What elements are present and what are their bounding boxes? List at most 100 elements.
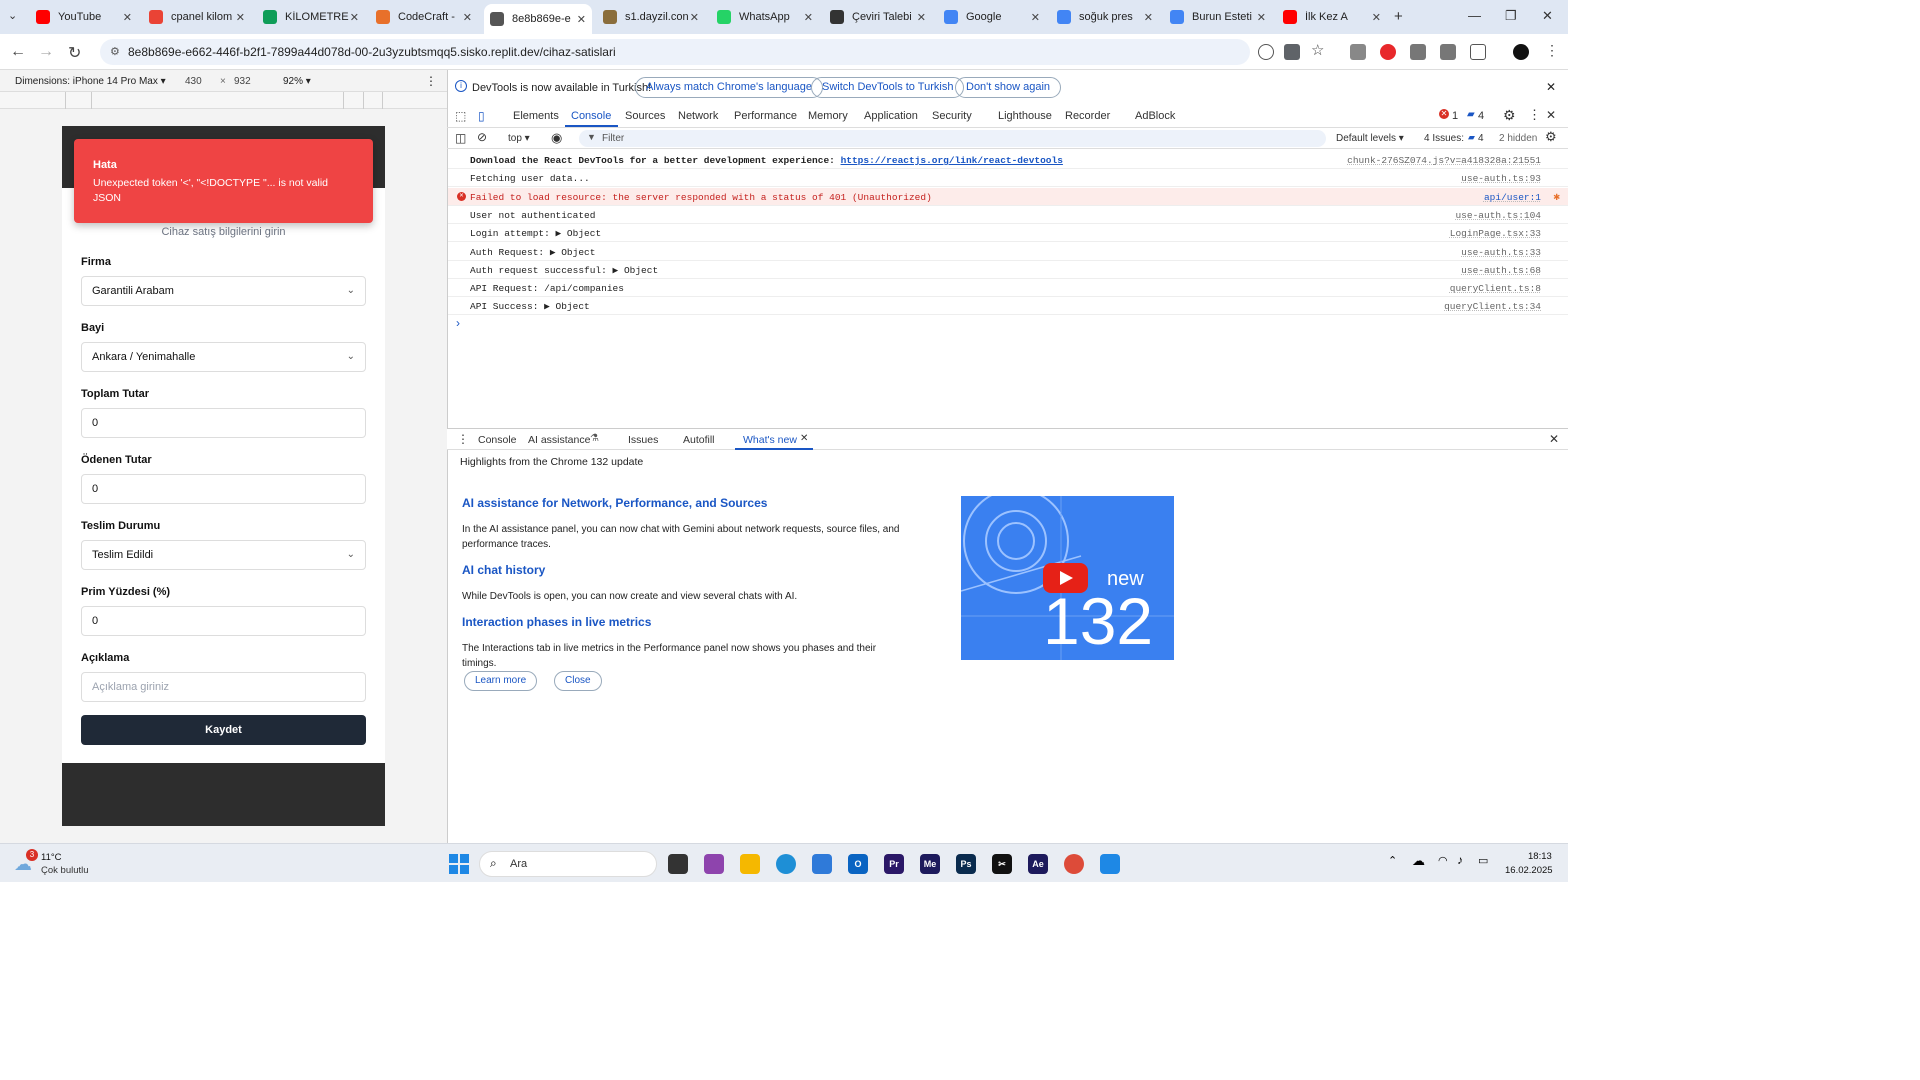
issues-label[interactable]: 4 Issues: bbox=[1424, 133, 1464, 144]
browser-tab[interactable]: Çeviri Talebi ✕ bbox=[824, 4, 932, 30]
console-source-link[interactable]: queryClient.ts:8 bbox=[1450, 283, 1541, 294]
form-select[interactable]: Ankara / Yenimahalle ⌄ bbox=[81, 342, 366, 372]
translate-icon[interactable] bbox=[1284, 44, 1300, 60]
close-tab-icon[interactable]: ✕ bbox=[123, 11, 132, 24]
zoom-select[interactable]: 92% ▾ bbox=[283, 76, 311, 87]
browser-tab[interactable]: soğuk pres ✕ bbox=[1051, 4, 1159, 30]
weather-condition[interactable]: Çok bulutlu bbox=[41, 865, 89, 876]
drawer-menu-icon[interactable]: ⋮ bbox=[457, 432, 469, 446]
device-dimensions-select[interactable]: Dimensions: iPhone 14 Pro Max ▾ bbox=[15, 76, 166, 87]
console-source-link[interactable]: api/user:1 bbox=[1484, 192, 1541, 203]
form-input[interactable]: 0 bbox=[81, 474, 366, 504]
devtools-tab[interactable]: AdBlock bbox=[1135, 110, 1175, 122]
devtools-tab[interactable]: Network bbox=[678, 110, 718, 122]
form-input[interactable]: 0 bbox=[81, 606, 366, 636]
notepad-icon[interactable] bbox=[1100, 854, 1120, 874]
back-icon[interactable]: ← bbox=[10, 43, 26, 61]
form-input[interactable]: 0 bbox=[81, 408, 366, 438]
console-prompt[interactable]: › bbox=[456, 316, 460, 330]
dont-show-again-button[interactable]: Don't show again bbox=[955, 77, 1062, 98]
opera-extension-icon[interactable] bbox=[1380, 44, 1396, 60]
form-select[interactable]: Teslim Edildi ⌄ bbox=[81, 540, 366, 570]
console-settings-icon[interactable]: ⚙ bbox=[1545, 129, 1557, 145]
ai-explain-icon[interactable]: ✱ bbox=[1553, 190, 1560, 204]
close-button[interactable]: Close bbox=[554, 671, 602, 691]
devtools-tab[interactable]: Elements bbox=[513, 110, 559, 122]
browser-tab[interactable]: 8e8b869e-e ✕ bbox=[484, 4, 592, 34]
weather-temperature[interactable]: 11°C bbox=[41, 852, 62, 863]
close-drawer-icon[interactable]: ✕ bbox=[1549, 432, 1559, 446]
tray-chevron-icon[interactable]: ⌃ bbox=[1388, 854, 1397, 867]
devtools-tab[interactable]: Security bbox=[932, 110, 972, 122]
close-tab-icon[interactable]: ✕ bbox=[1372, 11, 1381, 24]
drawer-tab[interactable]: What's new bbox=[743, 434, 797, 446]
browser-tab[interactable]: cpanel kilom ✕ bbox=[143, 4, 251, 30]
minimize-icon[interactable]: — bbox=[1468, 8, 1481, 23]
battery-icon[interactable]: ▭ bbox=[1478, 854, 1488, 867]
console-source-link[interactable]: use-auth.ts:33 bbox=[1461, 247, 1541, 258]
capcut-icon[interactable]: ✂ bbox=[992, 854, 1012, 874]
close-devtools-icon[interactable]: ✕ bbox=[1546, 108, 1556, 122]
browser-menu-icon[interactable]: ⋮ bbox=[1545, 42, 1559, 59]
save-button[interactable]: Kaydet bbox=[81, 715, 366, 745]
browser-tab[interactable]: WhatsApp ✕ bbox=[711, 4, 819, 30]
wifi-icon[interactable]: ◠ bbox=[1438, 854, 1448, 867]
premiere-icon[interactable]: Pr bbox=[884, 854, 904, 874]
browser-tab[interactable]: Burun Esteti ✕ bbox=[1164, 4, 1272, 30]
close-tab-icon[interactable]: ✕ bbox=[350, 11, 359, 24]
context-select[interactable]: top ▾ bbox=[508, 133, 530, 144]
devtools-tab[interactable]: Console bbox=[571, 110, 611, 122]
browser-tab[interactable]: CodeCraft - ✕ bbox=[370, 4, 478, 30]
close-tab-icon[interactable]: ✕ bbox=[690, 11, 699, 24]
devtools-tab[interactable]: Recorder bbox=[1065, 110, 1110, 122]
clear-console-icon[interactable]: ⊘ bbox=[477, 130, 487, 144]
close-tab-icon[interactable]: ✕ bbox=[577, 13, 586, 26]
forward-icon[interactable]: → bbox=[38, 43, 54, 61]
task-view-icon[interactable] bbox=[668, 854, 688, 874]
browser-tab[interactable]: KİLOMETRE ✕ bbox=[257, 4, 365, 30]
devtools-tab[interactable]: Memory bbox=[808, 110, 848, 122]
console-source-link[interactable]: use-auth.ts:104 bbox=[1455, 210, 1541, 221]
console-source-link[interactable]: LoginPage.tsx:33 bbox=[1450, 228, 1541, 239]
whats-new-title[interactable]: AI assistance for Network, Performance, … bbox=[462, 496, 767, 510]
console-source-link[interactable]: use-auth.ts:93 bbox=[1461, 173, 1541, 184]
console-source-link[interactable]: chunk-276SZ074.js?v=a418328a:21551 bbox=[1347, 155, 1541, 166]
ms-store-icon[interactable] bbox=[812, 854, 832, 874]
browser-tab[interactable]: Google ✕ bbox=[938, 4, 1046, 30]
log-levels-select[interactable]: Default levels ▾ bbox=[1336, 133, 1404, 144]
close-tab-icon[interactable]: ✕ bbox=[1257, 11, 1266, 24]
close-tab-icon[interactable]: ✕ bbox=[463, 11, 472, 24]
message-count[interactable]: 4 bbox=[1478, 110, 1484, 122]
close-infobar-icon[interactable]: ✕ bbox=[1546, 80, 1556, 94]
outlook-icon[interactable]: O bbox=[848, 854, 868, 874]
form-select[interactable]: Garantili Arabam ⌄ bbox=[81, 276, 366, 306]
close-tab-icon[interactable]: ✕ bbox=[917, 11, 926, 24]
site-info-icon[interactable]: ⚙ bbox=[110, 39, 120, 65]
volume-icon[interactable]: ♪ bbox=[1457, 853, 1463, 867]
message-count-icon[interactable]: ▰ bbox=[1467, 109, 1475, 120]
url-bar[interactable]: ⚙ 8e8b869e-e662-446f-b2f1-7899a44d078d-0… bbox=[100, 39, 1250, 65]
close-tab-icon[interactable]: ✕ bbox=[804, 11, 813, 24]
extensions-puzzle-icon[interactable] bbox=[1470, 44, 1486, 60]
close-tab-icon[interactable]: ✕ bbox=[1144, 11, 1153, 24]
match-language-button[interactable]: Always match Chrome's language bbox=[635, 77, 823, 98]
device-width-input[interactable]: 430 bbox=[185, 76, 202, 87]
issues-icon[interactable]: ▰ bbox=[1468, 132, 1475, 143]
devtools-menu-icon[interactable]: ⋮ bbox=[1528, 107, 1541, 123]
edge-icon[interactable] bbox=[776, 854, 796, 874]
browser-tab[interactable]: YouTube ✕ bbox=[30, 4, 138, 30]
device-toggle-icon[interactable]: ▯ bbox=[478, 109, 485, 123]
bookmark-star-icon[interactable]: ☆ bbox=[1311, 41, 1324, 59]
close-tab-icon[interactable]: ✕ bbox=[236, 11, 245, 24]
error-count-icon[interactable]: ✕ bbox=[1439, 109, 1449, 119]
chrome-icon[interactable] bbox=[1064, 854, 1084, 874]
reload-icon[interactable]: ↻ bbox=[68, 43, 81, 63]
learn-more-button[interactable]: Learn more bbox=[464, 671, 538, 691]
console-source-link[interactable]: use-auth.ts:68 bbox=[1461, 265, 1541, 276]
after-effects-icon[interactable]: Ae bbox=[1028, 854, 1048, 874]
filter-input[interactable]: ▼ Filter bbox=[579, 130, 1326, 147]
copilot-icon[interactable] bbox=[704, 854, 724, 874]
drawer-tab[interactable]: Console bbox=[478, 434, 517, 446]
whats-new-title[interactable]: AI chat history bbox=[462, 563, 545, 577]
file-explorer-icon[interactable] bbox=[740, 854, 760, 874]
